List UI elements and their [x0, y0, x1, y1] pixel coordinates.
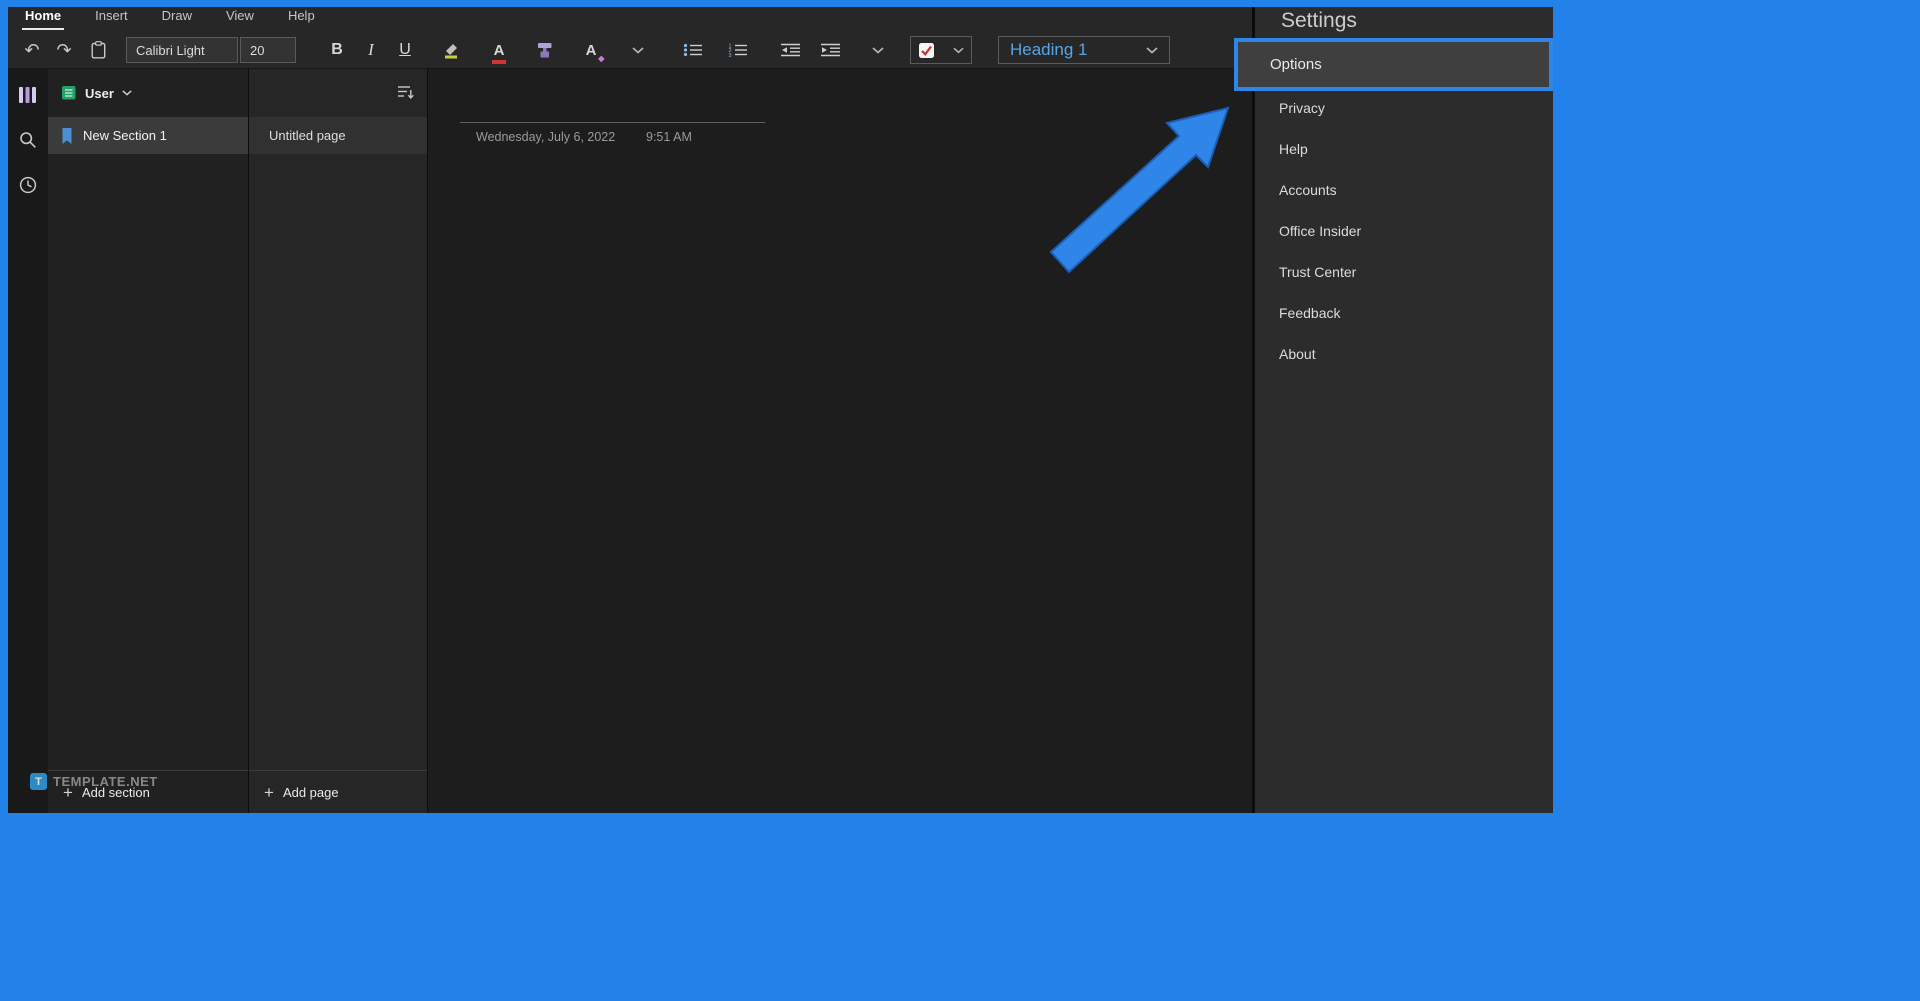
notebook-icon	[61, 85, 77, 101]
settings-item-trust-center[interactable]: Trust Center	[1255, 251, 1553, 292]
format-painter-icon	[537, 42, 553, 59]
bullet-list-icon	[683, 43, 703, 57]
clock-icon	[19, 176, 37, 194]
page-date: Wednesday, July 6, 2022	[476, 130, 615, 144]
numbered-list-button[interactable]: 123	[718, 35, 758, 65]
font-size-select[interactable]: 20	[240, 37, 296, 63]
chevron-down-icon	[872, 47, 884, 54]
underline-icon: U	[399, 41, 411, 59]
section-tab-icon	[61, 127, 73, 145]
settings-item-office-insider[interactable]: Office Insider	[1255, 210, 1553, 251]
chevron-down-icon	[953, 47, 964, 54]
decrease-indent-icon	[781, 43, 801, 57]
undo-button[interactable]: ↶	[16, 35, 48, 65]
notebooks-button[interactable]	[12, 79, 44, 111]
page-editor[interactable]: Wednesday, July 6, 2022 9:51 AM	[428, 69, 1252, 813]
more-formatting-button[interactable]	[622, 35, 654, 65]
paste-button[interactable]	[80, 35, 116, 65]
sort-pages-button[interactable]	[397, 85, 414, 105]
todo-checkbox-icon	[918, 42, 935, 59]
settings-item-help[interactable]: Help	[1255, 128, 1553, 169]
chevron-down-icon	[122, 90, 132, 96]
settings-item-about[interactable]: About	[1255, 333, 1553, 374]
bullet-list-button[interactable]	[674, 35, 712, 65]
tab-draw[interactable]: Draw	[159, 7, 195, 30]
section-item[interactable]: New Section 1	[48, 117, 248, 154]
sort-icon	[397, 85, 414, 100]
notebooks-icon	[18, 86, 38, 104]
settings-title: Settings	[1281, 9, 1357, 33]
redo-icon: ↷	[56, 41, 71, 59]
font-color-button[interactable]: A	[480, 35, 518, 65]
format-painter-button[interactable]	[526, 35, 564, 65]
settings-item-options[interactable]: Options	[1234, 38, 1553, 91]
underline-button[interactable]: U	[388, 35, 422, 65]
ribbon: Home Insert Draw View Help ↶ ↷ Calibri L…	[8, 7, 1252, 69]
style-dropdown[interactable]: Heading 1	[998, 36, 1170, 64]
todo-tag-dropdown[interactable]	[910, 36, 972, 64]
app-rail	[8, 69, 48, 813]
clipboard-icon	[91, 41, 106, 59]
tab-view[interactable]: View	[223, 7, 257, 30]
plus-icon: +	[264, 784, 274, 801]
settings-panel: Settings Privacy Help Accounts Office In…	[1252, 7, 1553, 813]
settings-item-privacy[interactable]: Privacy	[1255, 87, 1553, 128]
font-color-icon: A	[494, 42, 505, 59]
section-name: New Section 1	[83, 128, 167, 143]
style-value: Heading 1	[1010, 40, 1088, 60]
search-icon	[19, 131, 37, 149]
onenote-window: Home Insert Draw View Help ↶ ↷ Calibri L…	[8, 7, 1553, 813]
options-label: Options	[1270, 56, 1322, 73]
bold-icon: B	[331, 41, 343, 59]
template-logo-icon: T	[30, 773, 47, 790]
tab-home[interactable]: Home	[22, 7, 64, 30]
highlighter-icon	[442, 41, 460, 59]
add-page-button[interactable]: + Add page	[249, 770, 427, 813]
page-time: 9:51 AM	[646, 130, 692, 144]
increase-indent-button[interactable]	[812, 35, 850, 65]
page-name: Untitled page	[269, 128, 346, 143]
bold-button[interactable]: B	[320, 35, 354, 65]
ribbon-tabs: Home Insert Draw View Help	[22, 7, 318, 30]
text-effects-button[interactable]: A◆	[572, 35, 610, 65]
watermark-brand: TEMPLATE.NET	[53, 774, 158, 789]
settings-item-feedback[interactable]: Feedback	[1255, 292, 1553, 333]
pages-panel: Untitled page + Add page	[249, 69, 428, 813]
undo-icon: ↶	[24, 41, 39, 59]
settings-menu: Privacy Help Accounts Office Insider Tru…	[1255, 87, 1553, 374]
chevron-down-icon	[1146, 47, 1158, 54]
more-paragraph-button[interactable]	[862, 35, 894, 65]
italic-button[interactable]: I	[354, 35, 388, 65]
template-frame: Home Insert Draw View Help ↶ ↷ Calibri L…	[0, 0, 1920, 1001]
tab-help[interactable]: Help	[285, 7, 318, 30]
numbered-list-icon: 123	[728, 43, 748, 57]
sections-panel: User New Section 1 + Add section	[48, 69, 249, 813]
watermark: T TEMPLATE.NET	[30, 773, 158, 790]
page-title-underline	[460, 122, 765, 123]
search-button[interactable]	[12, 124, 44, 156]
page-item[interactable]: Untitled page	[249, 117, 427, 154]
font-size-value: 20	[250, 43, 264, 58]
home-toolbar: ↶ ↷ Calibri Light 20 B I U A	[16, 34, 1170, 66]
text-effects-icon: A◆	[586, 42, 597, 59]
settings-item-accounts[interactable]: Accounts	[1255, 169, 1553, 210]
chevron-down-icon	[632, 47, 644, 54]
recent-notes-button[interactable]	[12, 169, 44, 201]
increase-indent-icon	[821, 43, 841, 57]
notebook-name: User	[85, 86, 114, 101]
tab-insert[interactable]: Insert	[92, 7, 131, 30]
font-name-select[interactable]: Calibri Light	[126, 37, 238, 63]
italic-icon: I	[368, 40, 374, 60]
add-page-label: Add page	[283, 785, 339, 800]
decrease-indent-button[interactable]	[772, 35, 810, 65]
font-name-value: Calibri Light	[136, 43, 205, 58]
notebook-switcher[interactable]: User	[48, 69, 248, 117]
redo-button[interactable]: ↷	[48, 35, 80, 65]
highlighter-button[interactable]	[432, 35, 470, 65]
svg-text:3: 3	[729, 53, 732, 57]
